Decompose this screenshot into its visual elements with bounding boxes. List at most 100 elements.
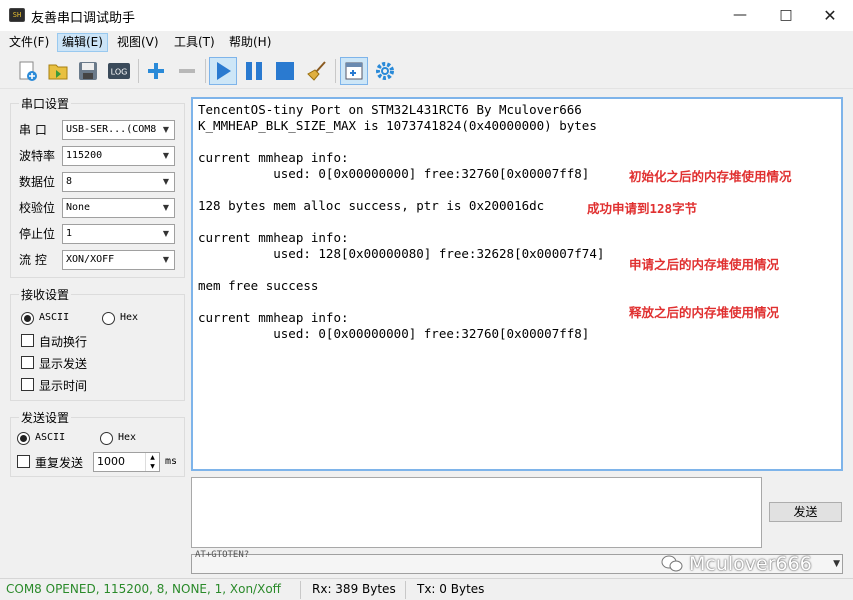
menu-bar: 文件(F) 编辑(E) 视图(V) 工具(T) 帮助(H) [0,31,853,53]
serial-settings-title: 串口设置 [19,95,72,112]
toolbar: LOG [0,53,853,89]
output-annotation: 释放之后的内存堆使用情况 [629,305,780,320]
menu-tools[interactable]: 工具(T) [170,33,219,52]
svg-text:LOG: LOG [111,68,128,77]
menu-view[interactable]: 视图(V) [113,33,163,52]
send-hex-radio[interactable] [100,432,113,445]
output-line: used: 128[0x00000080] free:32628[0x00007… [198,246,605,261]
toolbar-separator [205,59,206,83]
output-line: TencentOS-tiny Port on STM32L431RCT6 By … [198,102,582,117]
menu-file[interactable]: 文件(F) [5,33,53,52]
title-bar: SH 友善串口调试助手 — □ ✕ [0,0,853,31]
baud-label: 波特率 [19,149,56,163]
output-line: used: 0[0x00000000] free:32760[0x00007ff… [198,166,590,181]
port-label: 串 口 [19,123,47,137]
log-icon[interactable]: LOG [105,57,133,85]
menu-help[interactable]: 帮助(H) [225,33,275,52]
add-window-icon[interactable] [340,57,368,85]
chevron-down-icon: ▼ [162,203,170,212]
send-hex-label: Hex [118,432,137,443]
show-time-checkbox[interactable] [21,378,34,391]
status-divider [405,581,406,599]
window-title: 友善串口调试助手 [31,11,136,26]
databits-select[interactable]: 8 ▼ [62,172,175,192]
send-history-text: AT+GTOTEN? [195,550,250,560]
show-send-label: 显示发送 [39,357,88,371]
receive-hex-radio[interactable] [102,312,115,325]
stopbits-select[interactable]: 1 ▼ [62,224,175,244]
close-button[interactable]: ✕ [807,0,853,31]
send-settings-group: 发送设置 ASCII Hex 重复发送 1000 ▲ ▼ ms [10,409,185,477]
send-ascii-radio[interactable] [17,432,30,445]
chevron-down-icon: ▼ [833,559,840,569]
chevron-down-icon: ▼ [162,125,170,134]
minimize-button[interactable]: — [717,0,763,31]
send-ascii-label: ASCII [35,432,66,443]
port-select[interactable]: USB-SER...(COM8 ▼ [62,120,175,140]
output-annotation: 初始化之后的内存堆使用情况 [629,169,792,184]
open-icon[interactable] [44,57,72,85]
output-line: K_MMHEAP_BLK_SIZE_MAX is 1073741824(0x40… [198,118,597,133]
chevron-down-icon: ▼ [162,177,170,186]
parity-select[interactable]: None ▼ [62,198,175,218]
receive-settings-title: 接收设置 [19,286,72,303]
new-icon[interactable] [14,57,42,85]
output-line: 128 bytes mem alloc success, ptr is 0x20… [198,198,545,213]
status-tx: Tx: 0 Bytes [417,582,485,596]
output-line: current mmheap info: [198,230,349,245]
status-bar: COM8 OPENED, 115200, 8, NONE, 1, Xon/Xof… [0,578,853,600]
auto-wrap-label: 自动换行 [39,335,88,349]
minus-icon[interactable] [173,57,201,85]
receive-settings-group: 接收设置 ASCII Hex 自动换行 显示发送 显示时间 [10,286,185,401]
parity-label: 校验位 [19,201,56,215]
status-rx: Rx: 389 Bytes [312,582,396,596]
app-icon: SH [9,8,25,22]
send-input[interactable] [191,477,762,548]
toolbar-separator [138,59,139,83]
status-port: COM8 OPENED, 115200, 8, NONE, 1, Xon/Xof… [6,582,281,596]
gear-icon[interactable] [371,57,399,85]
menu-edit[interactable]: 编辑(E) [57,33,108,52]
flowcontrol-select[interactable]: XON/XOFF ▼ [62,250,175,270]
chevron-down-icon: ▼ [162,151,170,160]
toolbar-separator [335,59,336,83]
repeat-send-checkbox[interactable] [17,455,30,468]
watermark: Mculover666 [661,553,812,575]
pause-icon[interactable] [240,57,268,85]
show-send-checkbox[interactable] [21,356,34,369]
serial-settings-group: 串口设置 串 口 USB-SER...(COM8 ▼ 波特率 115200 ▼ 数据… [10,95,185,278]
show-time-label: 显示时间 [39,379,88,393]
databits-label: 数据位 [19,175,56,189]
stop-icon[interactable] [271,57,299,85]
stopbits-label: 停止位 [19,227,56,241]
receive-ascii-label: ASCII [39,312,70,323]
status-divider [300,581,301,599]
broom-icon[interactable] [303,57,331,85]
output-line: current mmheap info: [198,310,349,325]
flowcontrol-label: 流 控 [19,253,47,267]
output-line: current mmheap info: [198,150,349,165]
output-annotation: 成功申请到128字节 [587,201,698,216]
wechat-icon [661,555,683,572]
output-annotation: 申请之后的内存堆使用情况 [629,257,780,272]
auto-wrap-checkbox[interactable] [21,334,34,347]
output-line: mem free success [198,278,319,293]
receive-ascii-radio[interactable] [21,312,34,325]
chevron-down-icon: ▼ [162,229,170,238]
spinner-arrows-icon[interactable]: ▲ ▼ [145,453,159,471]
watermark-text: Mculover666 [689,553,812,575]
save-icon[interactable] [74,57,102,85]
maximize-button[interactable]: □ [763,0,809,31]
play-icon[interactable] [209,57,237,85]
send-button[interactable]: 发送 [769,502,842,522]
receive-output[interactable]: TencentOS-tiny Port on STM32L431RCT6 By … [191,97,843,471]
receive-hex-label: Hex [120,312,139,323]
baud-select[interactable]: 115200 ▼ [62,146,175,166]
send-settings-title: 发送设置 [19,409,72,426]
plus-icon[interactable] [142,57,170,85]
repeat-send-label: 重复发送 [35,456,84,470]
output-line: used: 0[0x00000000] free:32760[0x00007ff… [198,326,590,341]
chevron-down-icon: ▼ [162,255,170,264]
interval-unit: ms [165,456,178,467]
interval-input[interactable]: 1000 ▲ ▼ [93,452,160,472]
